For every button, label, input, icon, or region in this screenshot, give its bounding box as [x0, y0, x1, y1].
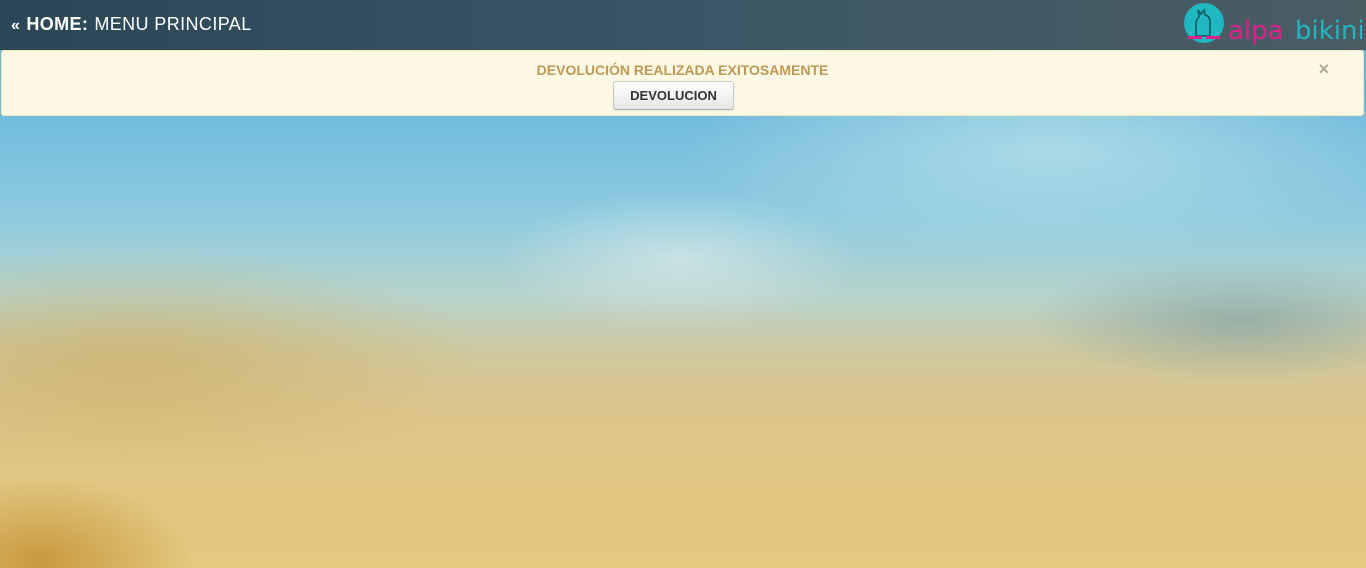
logo-text-alpa: alpa — [1228, 16, 1284, 46]
llama-logo-icon — [1184, 3, 1224, 43]
page-title: MENU PRINCIPAL — [94, 14, 252, 34]
breadcrumb: « HOME: MENU PRINCIPAL — [11, 14, 252, 36]
brand-logo: alpa bikini — [1184, 3, 1362, 46]
alert-message: DEVOLUCIÓN REALIZADA EXITOSAMENTE — [536, 62, 829, 78]
logo-text-bikini: bikini — [1295, 16, 1362, 46]
devolucion-button[interactable]: DEVOLUCION — [613, 81, 734, 110]
top-navbar: « HOME: MENU PRINCIPAL alpa bikini — [0, 0, 1366, 50]
back-chevron-icon[interactable]: « — [11, 17, 20, 34]
success-alert: DEVOLUCIÓN REALIZADA EXITOSAMENTE × DEVO… — [1, 50, 1364, 116]
close-icon[interactable]: × — [1318, 59, 1329, 80]
home-link[interactable]: HOME: — [26, 14, 88, 34]
